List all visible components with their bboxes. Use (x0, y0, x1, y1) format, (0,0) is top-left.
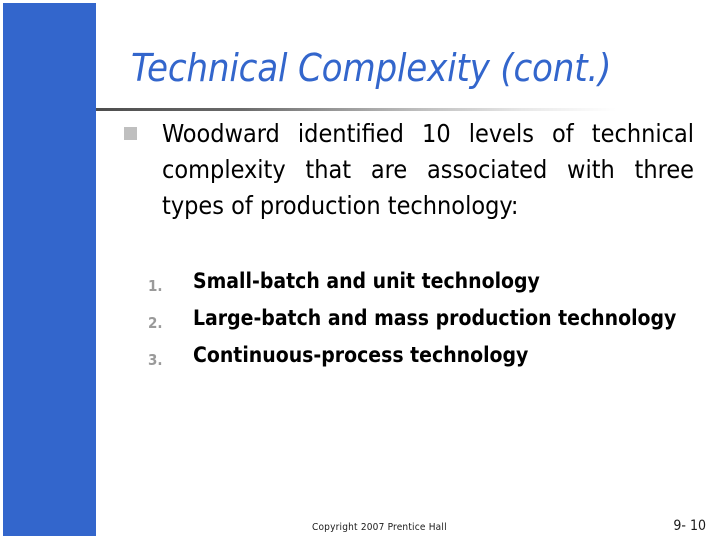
list-item-number: 2. (148, 314, 163, 332)
list-item: 3. Continuous-process technology (148, 340, 688, 376)
numbered-list: 1. Small-batch and unit technology 2. La… (148, 266, 688, 377)
footer-page-number: 9- 10 (673, 518, 706, 534)
bullet-paragraph-block: Woodward identified 10 levels of technic… (124, 116, 694, 224)
slide-canvas: Technical Complexity (cont.) Woodward id… (0, 0, 720, 540)
square-bullet-icon (124, 116, 162, 140)
page-title: Technical Complexity (cont.) (131, 46, 612, 90)
list-item: 1. Small-batch and unit technology (148, 266, 688, 302)
list-item-number: 1. (148, 277, 163, 295)
list-item-label: Large-batch and mass production technolo… (193, 306, 677, 330)
list-item-label: Small-batch and unit technology (193, 269, 540, 293)
bullet-item-text: Woodward identified 10 levels of technic… (162, 119, 694, 220)
title-divider-rule (96, 108, 616, 111)
footer-copyright: Copyright 2007 Prentice Hall (312, 522, 447, 533)
bullet-list-item: Woodward identified 10 levels of technic… (124, 116, 694, 224)
list-item: 2. Large-batch and mass production techn… (148, 303, 688, 339)
list-item-number: 3. (148, 351, 163, 369)
list-item-label: Continuous-process technology (193, 343, 529, 367)
left-accent-band (3, 3, 96, 536)
